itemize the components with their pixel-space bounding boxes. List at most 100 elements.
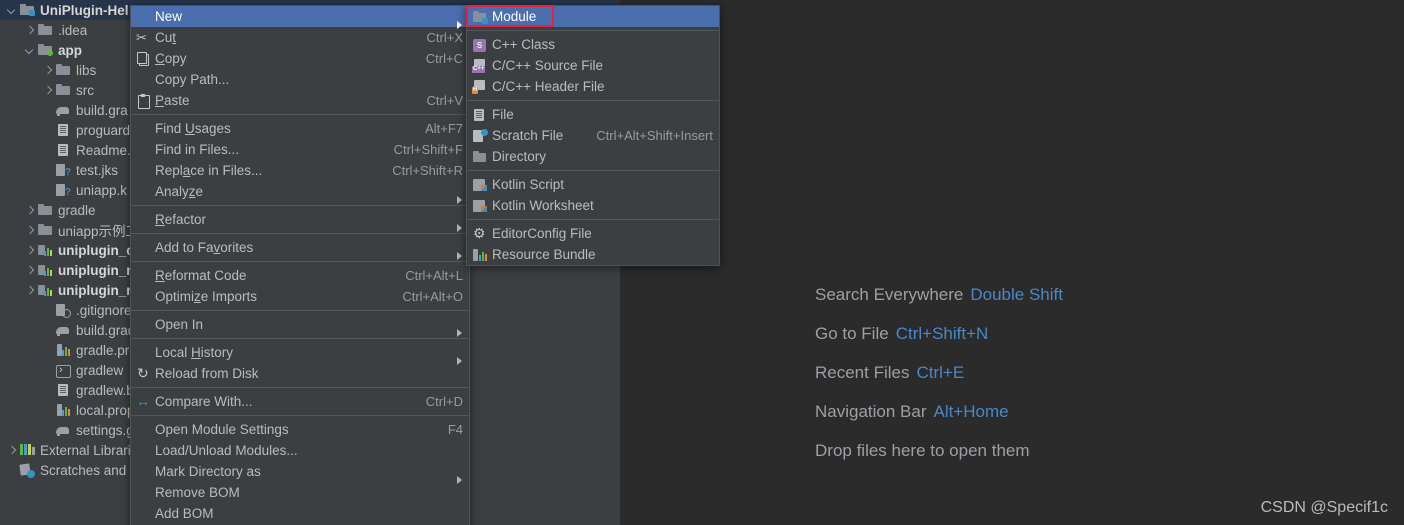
menu-separator [131,261,469,262]
menu-item-replace-in-files[interactable]: Replace in Files... Ctrl+Shift+R [131,160,469,181]
submenu-item-label: Kotlin Script [492,177,565,192]
menu-separator [131,387,469,388]
cut-icon [135,29,153,46]
unknown-file-icon: ? [55,162,71,178]
chevron-right-icon[interactable] [24,205,35,216]
menu-item-mark-directory-as[interactable]: Mark Directory as [131,461,469,484]
menu-item-analyze[interactable]: Analyze [131,181,469,204]
menu-item-find-in-files[interactable]: Find in Files... Ctrl+Shift+F [131,139,469,160]
hint-row: Go to File Ctrl+Shift+N [815,314,1063,353]
menu-item-label: Reformat Code [155,268,247,283]
menu-item-shortcut: Ctrl+V [426,93,463,108]
submenu-item-directory[interactable]: Directory [467,146,719,167]
module-badge-icon [29,10,35,16]
menu-item-open-in[interactable]: Open In [131,314,469,337]
menu-icon-placeholder [135,121,153,137]
menu-item-load-unload-modules[interactable]: Load/Unload Modules... [131,440,469,461]
chevron-right-icon[interactable] [24,245,35,256]
menu-item-add-to-favorites[interactable]: Add to Favorites [131,237,469,260]
chevron-right-icon[interactable] [24,25,35,36]
menu-item-copy[interactable]: Copy Ctrl+C [131,48,469,69]
menu-icon-placeholder [135,485,153,501]
submenu-item-c++-class[interactable]: S C++ Class [467,34,719,55]
menu-item-label: Load/Unload Modules... [155,443,298,458]
menu-item-label: Analyze [155,184,204,199]
hint-row: Drop files here to open them [815,431,1063,470]
module-folder-icon [471,9,489,25]
menu-item-label: Find Usages [155,121,231,136]
external-libraries-icon [19,442,35,458]
menu-item-label: Find in Files... [155,142,240,157]
folder-icon [37,222,53,238]
chevron-right-icon[interactable] [24,285,35,296]
submenu-item-module[interactable]: Module [467,6,719,27]
hint-label: Go to File [815,323,889,343]
submenu-item-editorconfig-file[interactable]: EditorConfig File [467,223,719,244]
menu-item-label: Reload from Disk [155,366,259,381]
menu-item-open-module-settings[interactable]: Open Module Settings F4 [131,419,469,440]
menu-icon-placeholder [135,289,153,305]
menu-item-label: New [155,9,183,24]
menu-item-shortcut: Ctrl+C [425,51,463,66]
project-view-context-menu[interactable]: New Cut Ctrl+X Copy Ctrl+C Copy Path... Paste C… [130,5,470,525]
menu-item-cut[interactable]: Cut Ctrl+X [131,27,469,48]
scratch-file-icon [471,128,489,144]
menu-separator [131,415,469,416]
submenu-item-scratch-file[interactable]: Scratch File Ctrl+Alt+Shift+Insert [467,125,719,146]
submenu-item-file[interactable]: File [467,104,719,125]
menu-item-shortcut: Ctrl+D [425,394,463,409]
kotlin-script-icon [471,177,489,193]
menu-item-label: Paste [155,93,190,108]
folder-icon [55,82,71,98]
chevron-right-icon[interactable] [24,265,35,276]
hint-shortcut: Ctrl+E [916,362,965,382]
menu-item-shortcut: Ctrl+Shift+F [393,142,463,157]
module-icon [37,242,53,258]
menu-item-copy-path[interactable]: Copy Path... [131,69,469,90]
menu-item-new[interactable]: New [131,6,469,29]
folder-icon [55,62,71,78]
compare-icon [135,393,153,410]
tree-item-label: src [76,82,94,98]
hint-label: Drop files here to open them [815,440,1030,460]
menu-item-refactor[interactable]: Refactor [131,209,469,232]
menu-item-compare-with[interactable]: Compare With... Ctrl+D [131,391,469,412]
menu-item-paste[interactable]: Paste Ctrl+V [131,90,469,111]
chevron-down-icon[interactable] [24,45,35,56]
folder-icon [37,22,53,38]
menu-icon-placeholder [135,268,153,284]
menu-item-reformat-code[interactable]: Reformat Code Ctrl+Alt+L [131,265,469,286]
menu-item-find-usages[interactable]: Find Usages Alt+F7 [131,118,469,139]
new-submenu[interactable]: Module S C++ Class C++ C/C++ Source File H C/C… [466,5,720,266]
submenu-item-c-c++-source-file[interactable]: C++ C/C++ Source File [467,55,719,76]
tree-item-label: proguard [76,122,131,138]
chevron-right-icon[interactable] [42,65,53,76]
chevron-right-icon[interactable] [6,445,17,456]
menu-item-local-history[interactable]: Local History [131,342,469,365]
chevron-right-icon[interactable] [24,225,35,236]
submenu-item-label: Kotlin Worksheet [492,198,594,213]
hint-label: Navigation Bar [815,401,927,421]
submenu-item-kotlin-worksheet[interactable]: Kotlin Worksheet [467,195,719,216]
menu-item-optimize-imports[interactable]: Optimize Imports Ctrl+Alt+O [131,286,469,307]
menu-item-reload-from-disk[interactable]: Reload from Disk [131,363,469,384]
menu-item-remove-bom[interactable]: Remove BOM [131,482,469,503]
submenu-item-resource-bundle[interactable]: Resource Bundle [467,244,719,265]
submenu-item-c-c++-header-file[interactable]: H C/C++ Header File [467,76,719,97]
folder-module-icon [19,2,35,18]
folder-source-icon [37,42,53,58]
cpp-header-file-icon: H [471,79,489,95]
menu-item-label: Open Module Settings [155,422,289,437]
file-icon [471,107,489,123]
properties-icon [55,402,71,418]
chevron-right-icon[interactable] [42,85,53,96]
chevron-down-icon[interactable] [6,5,17,16]
menu-item-add-bom[interactable]: Add BOM [131,503,469,524]
cpp-source-file-icon: C++ [471,58,489,74]
submenu-item-kotlin-script[interactable]: Kotlin Script [467,174,719,195]
